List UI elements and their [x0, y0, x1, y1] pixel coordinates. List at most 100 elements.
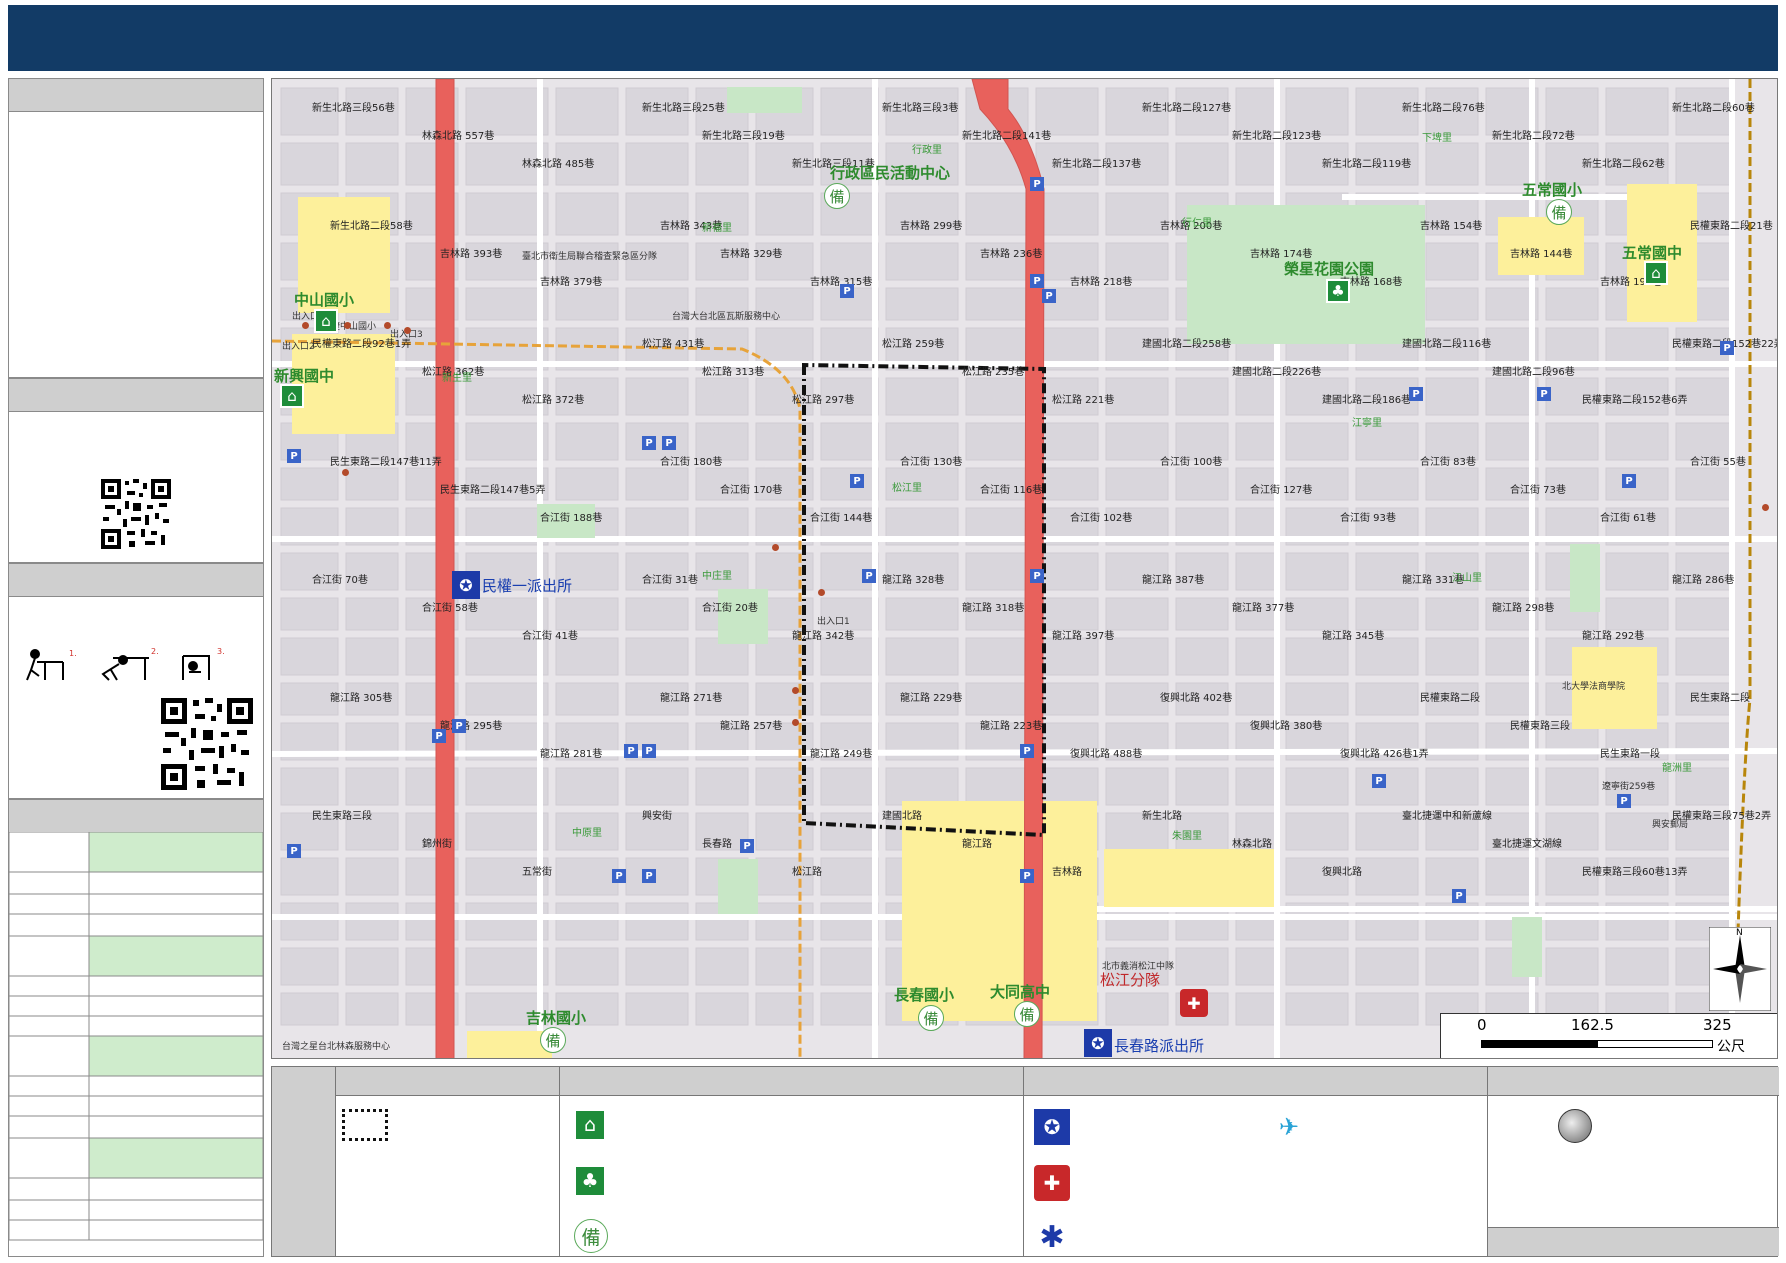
road-label: 合江街 188巷 — [540, 513, 603, 524]
parking-icon[interactable]: P — [1020, 744, 1034, 758]
table-cell-value — [88, 1219, 263, 1241]
park-jiangning — [1570, 544, 1600, 612]
city-block — [755, 812, 814, 851]
wuchang-elem-label[interactable]: 五常國小 — [1522, 179, 1582, 200]
zhongshan-elem-label[interactable]: 中山國小 — [294, 289, 354, 310]
city-block — [1175, 377, 1229, 416]
parking-icon[interactable]: P — [642, 869, 656, 883]
map-frame[interactable]: 新生北路三段56巷 林森北路 557巷 林森北路 485巷 新生北路三段25巷 新生北路… — [271, 78, 1778, 1059]
parking-icon[interactable]: P — [1042, 289, 1056, 303]
city-block — [1355, 857, 1419, 896]
datong-high-label[interactable]: 大同高中 — [990, 981, 1050, 1002]
city-block — [755, 992, 814, 1026]
city-block — [280, 597, 339, 631]
shelter-icon[interactable]: ⌂ — [314, 309, 338, 333]
parking-icon[interactable]: P — [1409, 387, 1423, 401]
police-icon[interactable]: ✪ — [1084, 1029, 1112, 1057]
city-block — [885, 377, 959, 416]
city-block — [1235, 142, 1279, 186]
city-block — [1285, 422, 1349, 461]
city-block — [1545, 947, 1599, 986]
parking-icon[interactable]: P — [1537, 387, 1551, 401]
parking-icon[interactable]: P — [840, 284, 854, 298]
parking-icon[interactable]: P — [452, 719, 466, 733]
police-icon[interactable]: ✪ — [452, 571, 480, 599]
bei-icon[interactable]: 備 — [824, 183, 850, 209]
minquan-police-label[interactable]: 民權一派出所 — [482, 575, 572, 596]
shelter-icon[interactable]: ⌂ — [280, 384, 304, 408]
changchun-police-label[interactable]: 長春路派出所 — [1114, 1035, 1204, 1056]
parking-icon[interactable]: P — [642, 744, 656, 758]
road-label: 松江路 313巷 — [702, 367, 765, 378]
road-label: 合江街 73巷 — [1510, 485, 1566, 496]
road-label: 松江路 431巷 — [642, 339, 705, 350]
parking-icon[interactable]: P — [862, 569, 876, 583]
xinxing-junior-label[interactable]: 新興國中 — [274, 365, 334, 386]
parking-icon[interactable]: P — [1030, 177, 1044, 191]
city-block — [1235, 422, 1279, 461]
park-icon[interactable]: ♣ — [1326, 279, 1350, 303]
city-block — [625, 767, 689, 806]
helicopter-icon: ✈ — [1278, 1113, 1300, 1141]
city-block — [820, 902, 879, 941]
city-block — [1105, 467, 1169, 501]
entrance-dot-icon — [772, 544, 779, 551]
parking-icon[interactable]: P — [850, 474, 864, 488]
road-label: 合江街 58巷 — [422, 603, 478, 614]
parking-icon[interactable]: P — [1020, 869, 1034, 883]
parking-icon[interactable]: P — [1622, 474, 1636, 488]
bei-icon[interactable]: 備 — [1014, 1001, 1040, 1027]
district-label: 行政里 — [912, 145, 942, 156]
parking-icon[interactable]: P — [642, 436, 656, 450]
road-label: 龍江路 257巷 — [720, 721, 783, 732]
road-label: 松江路 — [792, 867, 822, 878]
parking-icon[interactable]: P — [612, 869, 626, 883]
fire-icon[interactable]: ✚ — [1180, 989, 1208, 1017]
bei-icon[interactable]: 備 — [918, 1005, 944, 1031]
rongxing-park-label[interactable]: 榮星花園公園 — [1284, 258, 1374, 279]
bei-icon[interactable]: 備 — [1546, 199, 1572, 225]
city-block — [885, 637, 959, 676]
city-block — [1235, 682, 1279, 716]
songjiang-fire-label[interactable]: 松江分隊 — [1100, 969, 1160, 990]
parking-icon[interactable]: P — [740, 839, 754, 853]
xingzheng-center-label[interactable]: 行政區民活動中心 — [830, 162, 950, 183]
parking-icon[interactable]: P — [287, 844, 301, 858]
qr-code-icon[interactable] — [101, 479, 171, 549]
jilin-elem-label[interactable]: 吉林國小 — [526, 1007, 586, 1028]
parking-icon[interactable]: P — [287, 449, 301, 463]
city-block — [1425, 597, 1479, 631]
parking-icon[interactable]: P — [1030, 274, 1044, 288]
bei-icon[interactable]: 備 — [540, 1027, 566, 1053]
map-canvas[interactable] — [272, 79, 1778, 1059]
table-cell-label — [9, 935, 90, 977]
road-label: 吉林路 299巷 — [900, 221, 963, 232]
city-block — [555, 767, 619, 806]
qr-code-icon-2[interactable] — [161, 698, 253, 790]
city-block — [965, 192, 1029, 236]
parking-icon[interactable]: P — [1452, 889, 1466, 903]
district-label: 江寧里 — [1352, 418, 1382, 429]
changchun-elem-label[interactable]: 長春國小 — [894, 984, 954, 1005]
north-label: N — [1736, 928, 1743, 938]
parking-icon[interactable]: P — [1030, 569, 1044, 583]
city-block — [1285, 992, 1349, 1026]
parking-icon[interactable]: P — [1720, 341, 1734, 355]
city-block — [1105, 287, 1169, 321]
parking-icon[interactable]: P — [624, 744, 638, 758]
table-cell-label — [9, 913, 90, 937]
city-block — [1425, 377, 1479, 416]
wuchang-junior-label[interactable]: 五常國中 — [1622, 242, 1682, 263]
table-cell-label — [9, 1015, 90, 1037]
parking-icon[interactable]: P — [432, 729, 446, 743]
city-block — [755, 192, 814, 236]
parking-icon[interactable]: P — [1372, 774, 1386, 788]
road-label: 新生北路二段141巷 — [962, 131, 1052, 142]
road-label: 民權東路二段 — [1420, 693, 1480, 704]
city-block — [625, 377, 689, 416]
parking-icon[interactable]: P — [662, 436, 676, 450]
city-block — [1675, 597, 1734, 631]
shelter-icon[interactable]: ⌂ — [1644, 261, 1668, 285]
table-cell-value — [88, 1035, 263, 1077]
parking-icon[interactable]: P — [1617, 794, 1631, 808]
